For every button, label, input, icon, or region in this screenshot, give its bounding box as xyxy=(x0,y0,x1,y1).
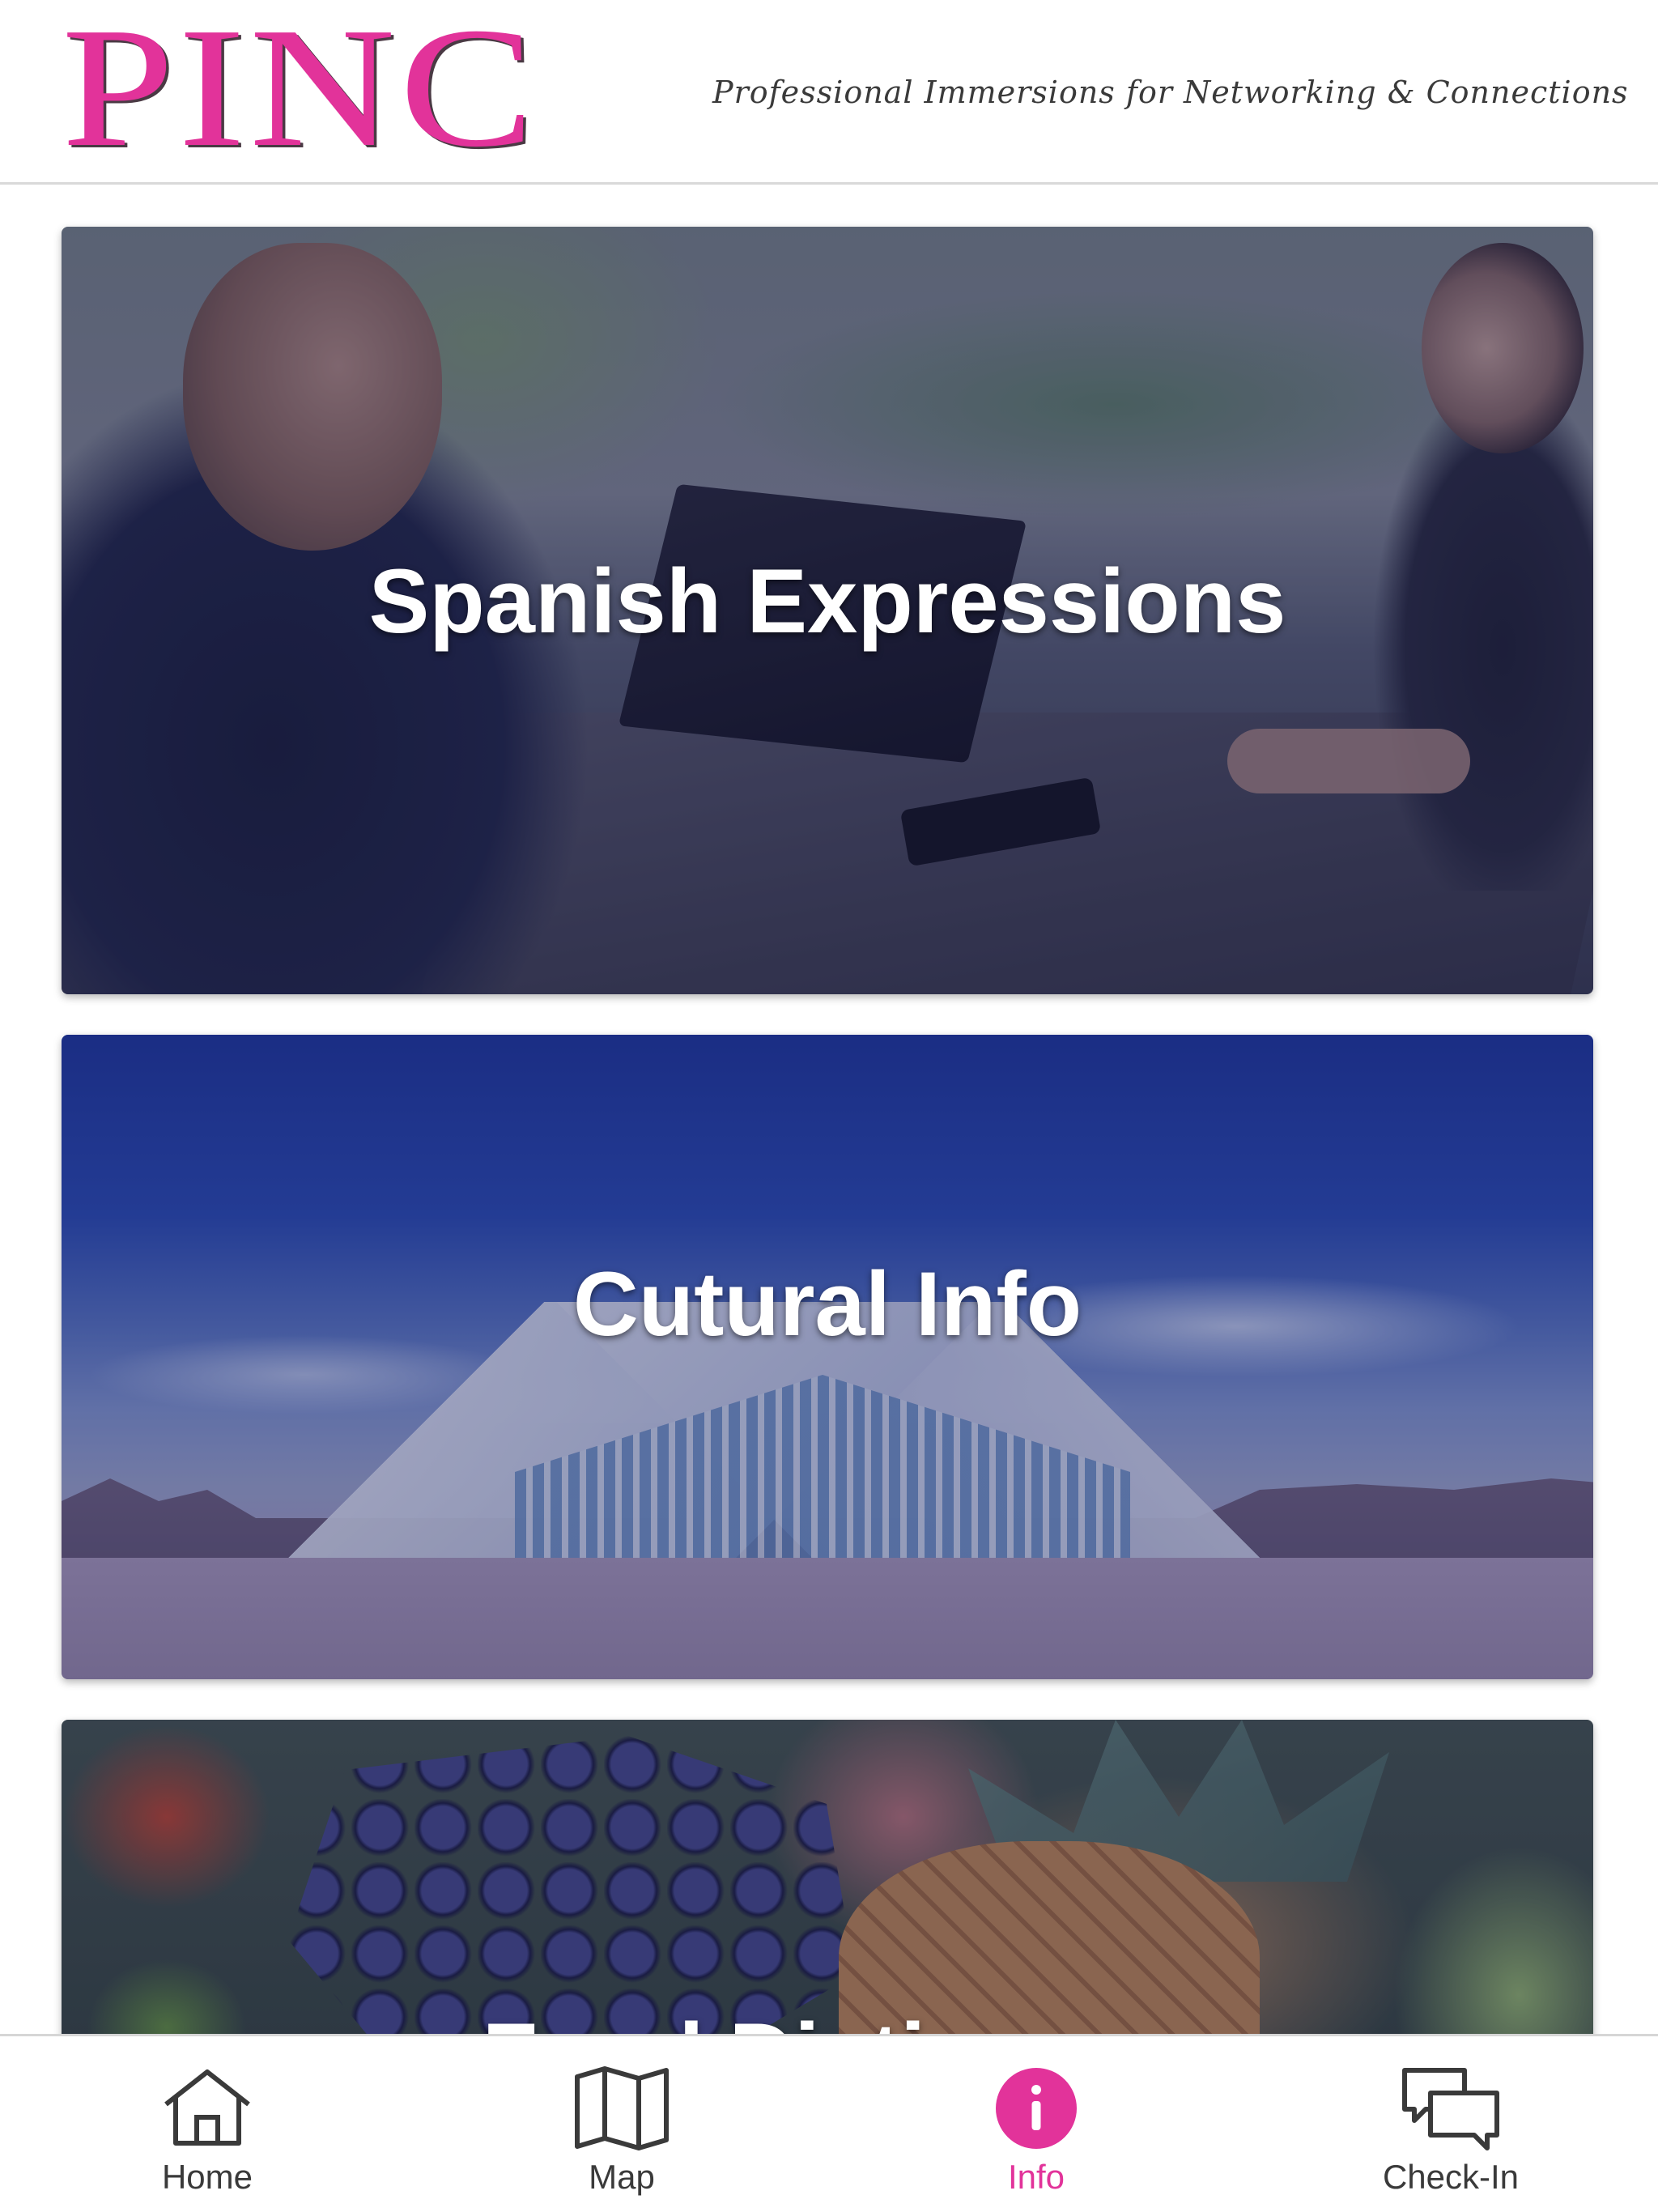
info-card-list[interactable]: Spanish Expressions Cutural Info Food Di… xyxy=(0,185,1658,2034)
bottom-tab-bar: Home Map Info Check-In xyxy=(0,2034,1658,2212)
card-overlay xyxy=(62,1720,1593,2034)
tab-info[interactable]: Info xyxy=(829,2036,1244,2212)
tab-home[interactable]: Home xyxy=(0,2036,414,2212)
chat-bubbles-icon xyxy=(1402,2068,1499,2150)
tab-label: Home xyxy=(161,2158,253,2196)
tab-label: Info xyxy=(1007,2158,1065,2196)
tab-check-in[interactable]: Check-In xyxy=(1244,2036,1658,2212)
card-title: Food Dictionary xyxy=(62,2003,1593,2034)
tab-map[interactable]: Map xyxy=(414,2036,829,2212)
card-overlay xyxy=(62,1035,1593,1679)
info-icon xyxy=(996,2068,1077,2149)
card-spanish-expressions[interactable]: Spanish Expressions xyxy=(62,227,1593,994)
tab-label: Check-In xyxy=(1382,2158,1520,2196)
pinc-logo: PINC xyxy=(62,0,538,182)
app-screen: PINC Professional Immersions for Network… xyxy=(0,0,1658,2212)
app-header: PINC Professional Immersions for Network… xyxy=(0,0,1658,185)
tab-label: Map xyxy=(589,2158,655,2196)
card-food-dictionary[interactable]: Food Dictionary xyxy=(62,1720,1593,2034)
home-icon xyxy=(164,2069,250,2146)
map-icon xyxy=(575,2066,669,2150)
card-cultural-info[interactable]: Cutural Info xyxy=(62,1035,1593,1679)
app-tagline: Professional Immersions for Networking &… xyxy=(712,74,1629,110)
card-title: Cutural Info xyxy=(572,1253,1082,1355)
card-title: Spanish Expressions xyxy=(368,551,1286,652)
